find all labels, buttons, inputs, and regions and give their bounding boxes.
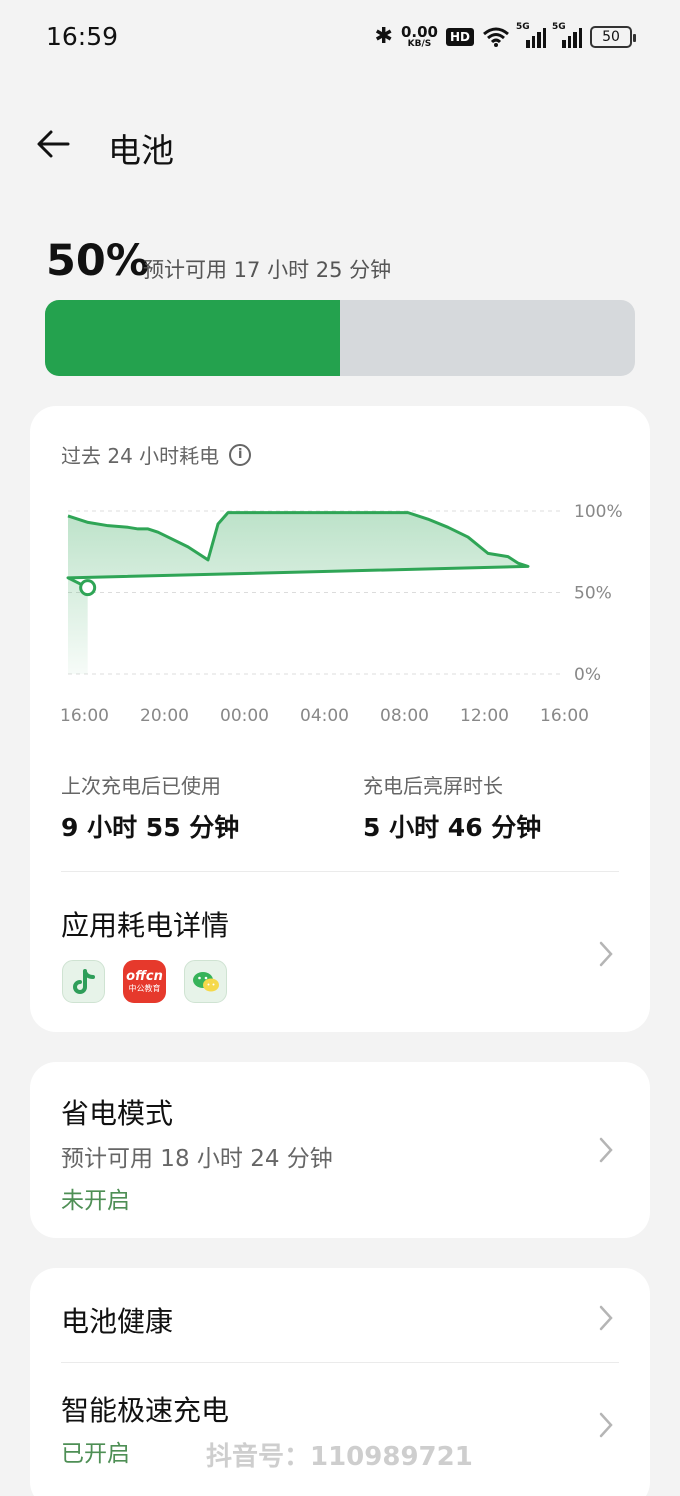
chart-data-point bbox=[287, 512, 289, 514]
usage-card: 过去 24 小时耗电 i 100% 50% 0% 16:00 20:00 00:00 04… bbox=[30, 406, 650, 1032]
douyin-watermark: 抖音号：110989721 bbox=[206, 1442, 473, 1472]
header: 电池 bbox=[0, 110, 680, 180]
chart-y-tick-label: 0% bbox=[574, 665, 601, 685]
chart-data-point bbox=[487, 552, 489, 554]
power-saving-card[interactable]: 省电模式 预计可用 18 小时 24 分钟 未开启 bbox=[30, 1062, 650, 1238]
chart-data-point bbox=[347, 512, 349, 514]
chart-area bbox=[68, 512, 528, 674]
chart-data-point bbox=[127, 526, 129, 528]
wechat-app-icon bbox=[184, 960, 227, 1003]
chart-data-point bbox=[457, 531, 459, 533]
network-speed: 0.00 KB/S bbox=[400, 22, 438, 49]
fast-charge-title: 智能极速充电 bbox=[61, 1394, 230, 1427]
offcn-app-icon-logo: offcn bbox=[126, 969, 163, 984]
chart-x-tick-label: 00:00 bbox=[220, 706, 269, 726]
chart-data-point bbox=[267, 512, 269, 514]
chart-x-axis: 16:00 20:00 00:00 04:00 08:00 12:00 16:00 bbox=[30, 706, 650, 736]
offcn-app-icon: offcn 中公教育 bbox=[123, 960, 166, 1003]
chart-data-point bbox=[67, 515, 69, 517]
back-arrow-icon[interactable] bbox=[34, 124, 74, 164]
power-saving-status: 未开启 bbox=[61, 1188, 130, 1214]
signal-2-label: 5G bbox=[552, 21, 566, 32]
chart-data-point bbox=[137, 528, 139, 530]
app-icons: offcn 中公教育 bbox=[62, 960, 227, 1003]
chart-data-point bbox=[157, 531, 159, 533]
battery-health-row[interactable]: 电池健康 bbox=[30, 1268, 650, 1362]
chart-x-tick-label: 12:00 bbox=[460, 706, 509, 726]
chevron-right-icon bbox=[599, 1412, 613, 1438]
screen-on-value: 5 小时 46 分钟 bbox=[363, 813, 542, 842]
chart-data-point bbox=[327, 512, 329, 514]
fast-charge-status: 已开启 bbox=[61, 1441, 130, 1467]
chart-data-point bbox=[407, 512, 409, 514]
chart-data-point bbox=[527, 565, 529, 567]
chart-data-point bbox=[447, 526, 449, 528]
battery-health-title: 电池健康 bbox=[61, 1305, 174, 1338]
signal-icon-2: 5G bbox=[552, 22, 582, 48]
page-title: 电池 bbox=[108, 131, 174, 170]
app-usage-title: 应用耗电详情 bbox=[61, 909, 230, 942]
battery-status-level: 50 bbox=[602, 28, 620, 45]
power-saving-estimate: 预计可用 18 小时 24 分钟 bbox=[61, 1146, 333, 1172]
wifi-icon bbox=[483, 27, 509, 47]
chart-data-point bbox=[467, 536, 469, 538]
last-charge-value: 9 小时 55 分钟 bbox=[61, 813, 240, 842]
chart-data-point bbox=[187, 546, 189, 548]
chart-data-point bbox=[247, 512, 249, 514]
chart-title: 过去 24 小时耗电 bbox=[61, 444, 220, 468]
chart-current-point bbox=[79, 579, 97, 597]
battery-status-icon: 50 bbox=[590, 25, 636, 48]
chart-data-point bbox=[387, 512, 389, 514]
chart-data-point bbox=[507, 556, 509, 558]
offcn-app-icon-sub: 中公教育 bbox=[128, 984, 161, 993]
chart-data-point bbox=[107, 525, 109, 527]
chart-data-point bbox=[427, 518, 429, 520]
battery-percent: 50% bbox=[46, 236, 149, 286]
chart-x-tick-label: 16:00 bbox=[60, 706, 109, 726]
chart-data-point bbox=[227, 512, 229, 514]
chart-title-row: 过去 24 小时耗电 i bbox=[61, 440, 252, 469]
chart-x-tick-label: 20:00 bbox=[140, 706, 189, 726]
signal-icon-1: 5G bbox=[516, 22, 546, 48]
chevron-right-icon bbox=[599, 1137, 613, 1163]
douyin-app-icon bbox=[62, 960, 105, 1003]
status-time: 16:59 bbox=[46, 22, 119, 51]
battery-estimate: 预计可用 17 小时 25 分钟 bbox=[143, 258, 392, 282]
chart-data-point bbox=[367, 512, 369, 514]
chart-data-point bbox=[147, 528, 149, 530]
bluetooth-icon: ✱ bbox=[374, 24, 393, 49]
chevron-right-icon bbox=[599, 941, 613, 967]
hd-voice-icon: HD bbox=[445, 27, 474, 46]
chevron-right-icon bbox=[599, 1305, 613, 1331]
chart-data-point bbox=[517, 562, 519, 564]
signal-1-label: 5G bbox=[516, 21, 530, 32]
network-speed-value: 0.00 bbox=[400, 22, 438, 41]
chart-x-tick-label: 08:00 bbox=[380, 706, 429, 726]
chart-y-tick-label: 50% bbox=[574, 584, 612, 604]
fast-charge-row[interactable]: 智能极速充电 已开启 bbox=[30, 1363, 650, 1493]
battery-usage-chart: 100% 50% 0% bbox=[66, 502, 623, 685]
chart-data-point bbox=[307, 512, 309, 514]
chart-data-point bbox=[197, 552, 199, 554]
battery-level-bar bbox=[45, 300, 635, 376]
status-bar: 16:59 ✱ 0.00 KB/S HD 5G 5G 50 bbox=[0, 0, 680, 76]
battery-level-fill bbox=[45, 300, 340, 376]
power-saving-title: 省电模式 bbox=[61, 1097, 174, 1130]
chart-data-point bbox=[207, 559, 209, 561]
status-icons: ✱ 0.00 KB/S HD 5G 5G 50 bbox=[374, 22, 636, 49]
chart-data-point bbox=[167, 536, 169, 538]
info-icon[interactable]: i bbox=[229, 443, 252, 466]
chart-x-tick-label: 04:00 bbox=[300, 706, 349, 726]
last-charge-label: 上次充电后已使用 bbox=[61, 774, 221, 798]
chart-data-point bbox=[87, 521, 89, 523]
network-speed-unit: KB/S bbox=[407, 38, 432, 49]
chart-y-tick-label: 100% bbox=[574, 502, 623, 522]
chart-data-point bbox=[217, 523, 219, 525]
screen-on-label: 充电后亮屏时长 bbox=[363, 774, 503, 798]
chart-x-tick-label: 16:00 bbox=[540, 706, 589, 726]
chart-data-point bbox=[67, 577, 69, 579]
